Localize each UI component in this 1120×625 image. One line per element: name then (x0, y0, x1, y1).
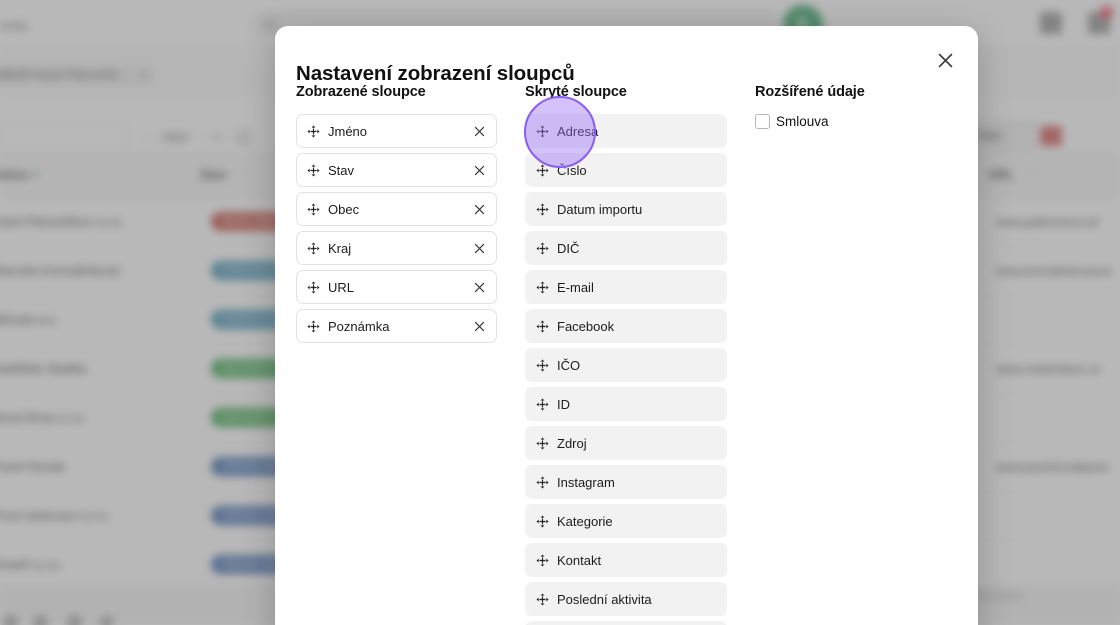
drag-handle-icon[interactable] (536, 514, 549, 528)
extra-data-heading: Rozšířené údaje (755, 84, 865, 100)
screen: ently K 88628 Karel Pánovičk... ✕ ··· ob… (0, 0, 1120, 625)
drag-handle-icon[interactable] (536, 475, 549, 489)
column-item-label: E-mail (557, 279, 594, 295)
drag-handle-icon[interactable] (536, 436, 549, 450)
hidden-column-item[interactable] (525, 621, 727, 625)
hidden-column-item[interactable]: Instagram (525, 465, 727, 499)
column-item-label: Kraj (328, 240, 352, 256)
drag-handle-icon[interactable] (536, 241, 549, 255)
column-item-label: Jméno (328, 123, 368, 139)
column-item-label: Zdroj (557, 435, 587, 451)
column-item-label: Číslo (557, 162, 587, 178)
hidden-column-item[interactable]: Číslo (525, 153, 727, 187)
column-settings-dialog: Nastavení zobrazení sloupců Zobrazené sl… (275, 26, 978, 625)
visible-column-item[interactable]: Stav (296, 153, 497, 187)
extra-data-section: Rozšířené údaje Smlouva (755, 84, 960, 129)
column-item-label: Kontakt (557, 552, 602, 568)
drag-handle-icon[interactable] (536, 124, 549, 138)
drag-handle-icon[interactable] (307, 319, 320, 333)
drag-handle-icon[interactable] (536, 397, 549, 411)
drag-handle-icon[interactable] (307, 163, 320, 177)
remove-column-icon[interactable] (471, 318, 487, 334)
drag-handle-icon[interactable] (536, 358, 549, 372)
drag-handle-icon[interactable] (307, 241, 320, 255)
remove-column-icon[interactable] (471, 162, 487, 178)
column-item-label: Kategorie (557, 513, 613, 529)
contract-checkbox-label: Smlouva (776, 114, 829, 129)
column-item-label: Facebook (557, 318, 615, 334)
column-item-label: Adresa (557, 123, 599, 139)
contract-checkbox-row[interactable]: Smlouva (755, 114, 960, 129)
visible-column-item[interactable]: URL (296, 270, 497, 304)
column-item-label: ID (557, 396, 570, 412)
visible-columns-heading: Zobrazené sloupce (296, 84, 426, 100)
column-item-label: DIČ (557, 240, 580, 256)
drag-handle-icon[interactable] (536, 592, 549, 606)
visible-column-item[interactable]: Obec (296, 192, 497, 226)
column-item-label: URL (328, 279, 355, 295)
column-item-label: IČO (557, 357, 581, 373)
column-item-label: Poznámka (328, 318, 390, 334)
hidden-column-item[interactable]: Kategorie (525, 504, 727, 538)
visible-columns-section: Zobrazené sloupce Jméno Stav Obec Kraj URL Po… (296, 84, 497, 348)
hidden-column-item[interactable]: Facebook (525, 309, 727, 343)
drag-handle-icon[interactable] (536, 280, 549, 294)
hidden-columns-list: Adresa Číslo Datum importu DIČ E-mail Faceboo… (525, 114, 727, 625)
visible-columns-list: Jméno Stav Obec Kraj URL Poznámka (296, 114, 497, 343)
hidden-column-item[interactable]: DIČ (525, 231, 727, 265)
checkbox-icon[interactable] (755, 114, 770, 129)
hidden-column-item[interactable]: IČO (525, 348, 727, 382)
hidden-column-item[interactable]: Zdroj (525, 426, 727, 460)
remove-column-icon[interactable] (471, 123, 487, 139)
hidden-column-item[interactable]: ID (525, 387, 727, 421)
drag-handle-icon[interactable] (536, 319, 549, 333)
remove-column-icon[interactable] (471, 279, 487, 295)
hidden-column-item[interactable]: Poslední aktivita (525, 582, 727, 616)
column-item-label: Datum importu (557, 201, 643, 217)
drag-handle-icon[interactable] (307, 202, 320, 216)
hidden-columns-section: Skryté sloupce Adresa Číslo Datum importu D… (525, 84, 727, 625)
drag-handle-icon[interactable] (536, 202, 549, 216)
columns-container: Zobrazené sloupce Jméno Stav Obec Kraj URL Po… (275, 26, 978, 625)
drag-handle-icon[interactable] (536, 553, 549, 567)
column-item-label: Instagram (557, 474, 615, 490)
remove-column-icon[interactable] (471, 201, 487, 217)
remove-column-icon[interactable] (471, 240, 487, 256)
column-item-label: Obec (328, 201, 360, 217)
hidden-column-item[interactable]: Datum importu (525, 192, 727, 226)
drag-handle-icon[interactable] (536, 163, 549, 177)
visible-column-item[interactable]: Kraj (296, 231, 497, 265)
column-item-label: Poslední aktivita (557, 591, 652, 607)
drag-handle-icon[interactable] (307, 280, 320, 294)
column-item-label: Stav (328, 162, 355, 178)
visible-column-item[interactable]: Jméno (296, 114, 497, 148)
visible-column-item[interactable]: Poznámka (296, 309, 497, 343)
drag-handle-icon[interactable] (307, 124, 320, 138)
hidden-column-item[interactable]: E-mail (525, 270, 727, 304)
hidden-columns-heading: Skryté sloupce (525, 84, 627, 100)
hidden-column-item[interactable]: Kontakt (525, 543, 727, 577)
hidden-column-item[interactable]: Adresa (525, 114, 727, 148)
